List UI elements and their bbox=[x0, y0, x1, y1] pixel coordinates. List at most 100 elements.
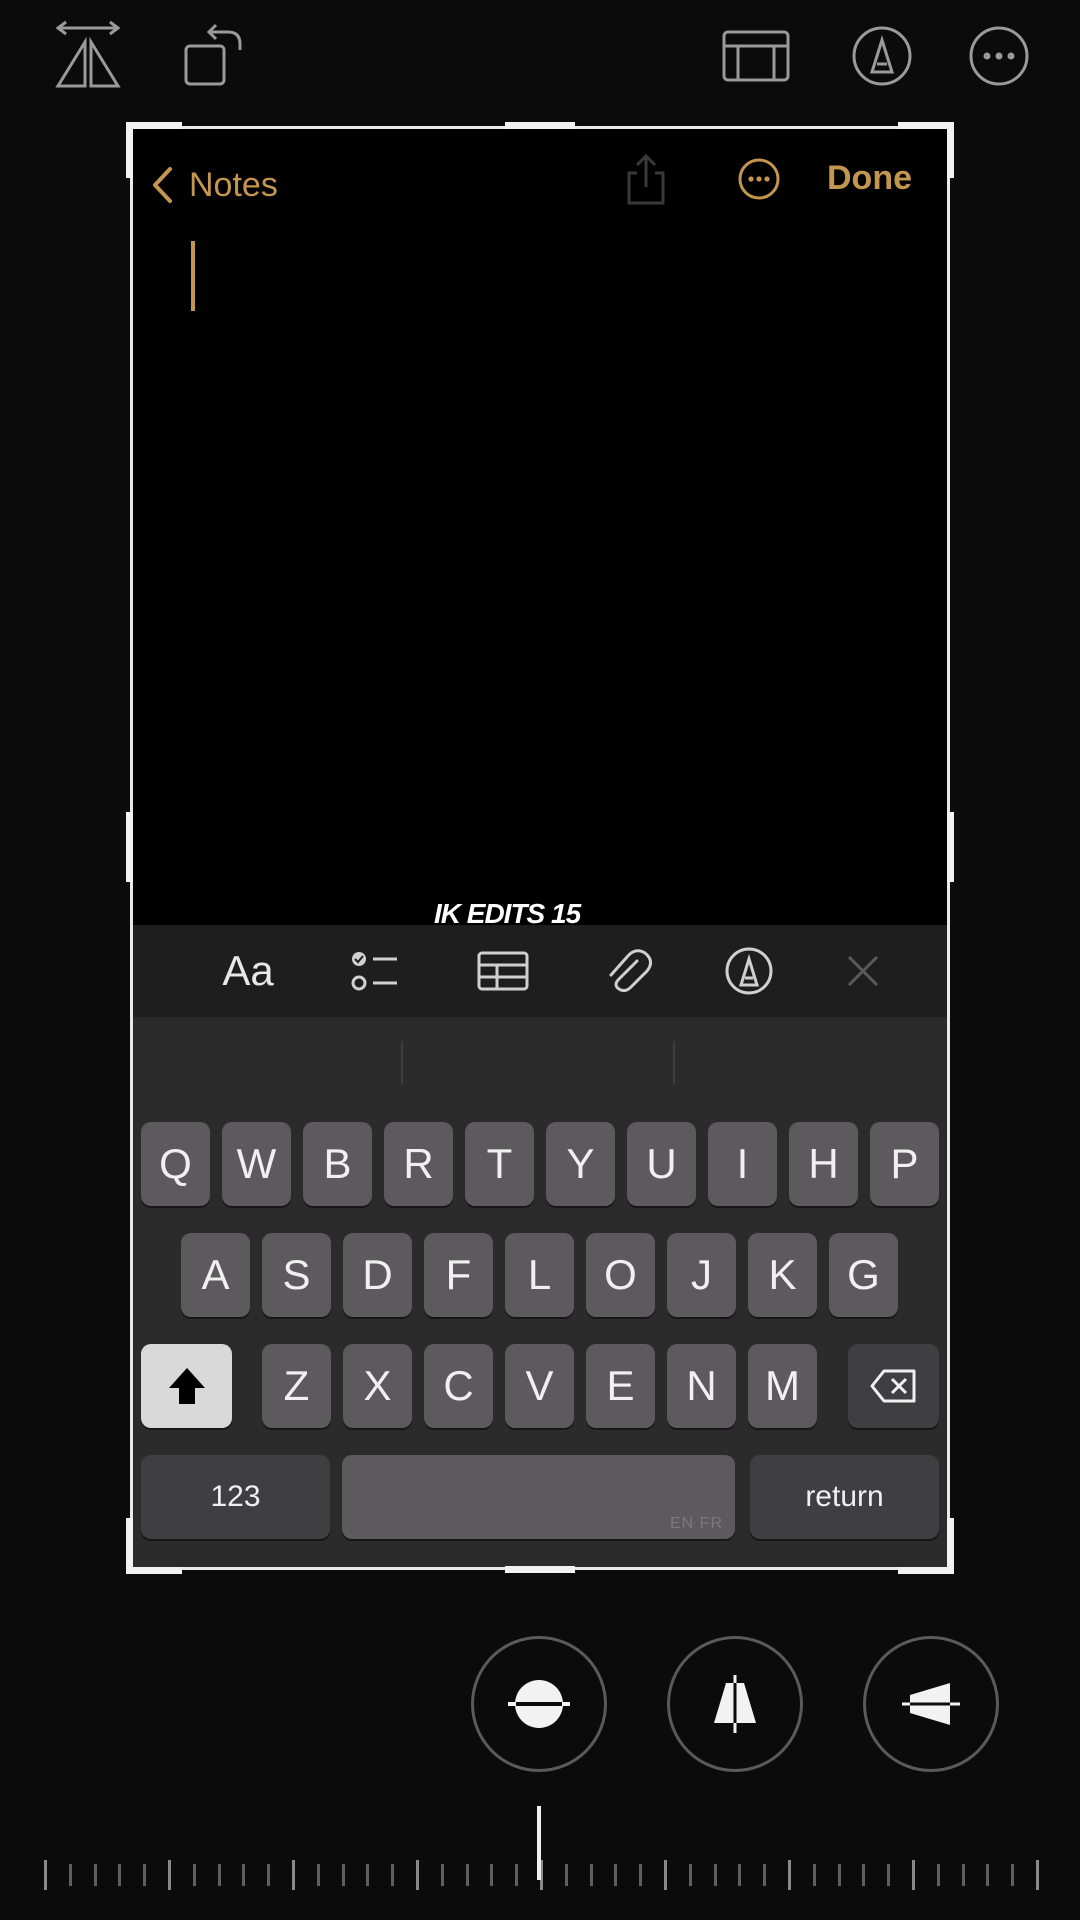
watermark: IK EDITS 15 bbox=[434, 898, 581, 929]
dial-tick bbox=[490, 1864, 494, 1886]
shift-key[interactable] bbox=[141, 1344, 232, 1428]
key-n[interactable]: N bbox=[667, 1344, 736, 1428]
dial-tick bbox=[589, 1864, 593, 1886]
key-m[interactable]: M bbox=[748, 1344, 817, 1428]
crop-handle-left[interactable] bbox=[126, 812, 133, 882]
key-o[interactable]: O bbox=[586, 1233, 655, 1317]
key-f[interactable]: F bbox=[424, 1233, 493, 1317]
dial-tick bbox=[68, 1864, 72, 1886]
space-key[interactable]: EN FR bbox=[342, 1455, 735, 1539]
text-style-button[interactable]: Aa bbox=[213, 939, 283, 1003]
key-a[interactable]: A bbox=[181, 1233, 250, 1317]
dial-tick bbox=[391, 1864, 395, 1886]
key-y[interactable]: Y bbox=[546, 1122, 615, 1206]
checklist-icon bbox=[351, 952, 397, 991]
vertical-perspective-icon bbox=[714, 1675, 756, 1733]
crop-handle-top-left[interactable] bbox=[126, 122, 182, 178]
dial-tick bbox=[366, 1864, 370, 1886]
crop-handle-top-right[interactable] bbox=[898, 122, 954, 178]
dial-tick bbox=[664, 1860, 667, 1890]
crop-handle-bottom[interactable] bbox=[505, 1566, 575, 1573]
table-icon bbox=[477, 951, 529, 991]
dial-tick bbox=[862, 1864, 866, 1886]
straighten-button[interactable] bbox=[471, 1636, 607, 1772]
key-z[interactable]: Z bbox=[262, 1344, 331, 1428]
checklist-button[interactable] bbox=[343, 939, 407, 1003]
key-s[interactable]: S bbox=[262, 1233, 331, 1317]
dial-tick bbox=[812, 1864, 816, 1886]
straighten-icon bbox=[508, 1680, 570, 1728]
share-icon[interactable] bbox=[623, 153, 669, 207]
dial-tick bbox=[713, 1864, 717, 1886]
crop-handle-bottom-left[interactable] bbox=[126, 1518, 182, 1574]
dial-tick bbox=[316, 1864, 320, 1886]
dial-tick bbox=[217, 1864, 221, 1886]
key-e[interactable]: E bbox=[586, 1344, 655, 1428]
dial-tick bbox=[242, 1864, 246, 1886]
markup-pen-icon bbox=[852, 26, 912, 86]
key-h[interactable]: H bbox=[789, 1122, 858, 1206]
key-r[interactable]: R bbox=[384, 1122, 453, 1206]
crop-handle-top[interactable] bbox=[505, 122, 575, 129]
pen-circle-icon bbox=[725, 947, 773, 995]
markup-button[interactable] bbox=[846, 20, 918, 92]
more-options-button[interactable] bbox=[963, 20, 1035, 92]
key-l[interactable]: L bbox=[505, 1233, 574, 1317]
dial-tick bbox=[465, 1864, 469, 1886]
backspace-icon bbox=[870, 1369, 915, 1403]
key-q[interactable]: Q bbox=[141, 1122, 210, 1206]
key-k[interactable]: K bbox=[748, 1233, 817, 1317]
dial-tick bbox=[912, 1860, 915, 1890]
dial-tick bbox=[118, 1864, 122, 1886]
crop-handle-bottom-right[interactable] bbox=[898, 1518, 954, 1574]
key-t[interactable]: T bbox=[465, 1122, 534, 1206]
dial-tick bbox=[192, 1864, 196, 1886]
vertical-perspective-button[interactable] bbox=[667, 1636, 803, 1772]
dial-tick bbox=[93, 1864, 97, 1886]
key-b[interactable]: B bbox=[303, 1122, 372, 1206]
language-indicator: EN FR bbox=[670, 1515, 723, 1532]
flip-horizontal-icon bbox=[55, 20, 121, 88]
dial-tick bbox=[887, 1864, 891, 1886]
key-p[interactable]: P bbox=[870, 1122, 939, 1206]
crop-handle-right[interactable] bbox=[947, 812, 954, 882]
dial-tick bbox=[1036, 1860, 1039, 1890]
dial-tick bbox=[341, 1864, 345, 1886]
notes-back-label: Notes bbox=[189, 165, 278, 204]
key-j[interactable]: J bbox=[667, 1233, 736, 1317]
horizontal-perspective-button[interactable] bbox=[863, 1636, 999, 1772]
horizontal-perspective-icon bbox=[902, 1683, 960, 1725]
dial-tick bbox=[564, 1864, 568, 1886]
key-u[interactable]: U bbox=[627, 1122, 696, 1206]
keyboard-keys: Q W B R T Y U I H P A S D F L O J K G Z … bbox=[133, 1017, 947, 1573]
markup-tool-button[interactable] bbox=[717, 939, 781, 1003]
flip-horizontal-button[interactable] bbox=[52, 20, 124, 92]
dial-tick bbox=[986, 1864, 990, 1886]
dial-tick bbox=[44, 1860, 47, 1890]
dial-tick bbox=[961, 1864, 965, 1886]
key-g[interactable]: G bbox=[829, 1233, 898, 1317]
rotate-button[interactable] bbox=[176, 20, 248, 92]
attachment-button[interactable] bbox=[595, 939, 659, 1003]
close-icon bbox=[847, 955, 879, 987]
dial-tick bbox=[292, 1860, 295, 1890]
key-x[interactable]: X bbox=[343, 1344, 412, 1428]
dial-tick bbox=[143, 1864, 147, 1886]
aspect-ratio-button[interactable] bbox=[720, 20, 792, 92]
dial-tick bbox=[614, 1864, 618, 1886]
dial-tick bbox=[936, 1864, 940, 1886]
dial-indicator bbox=[537, 1806, 541, 1880]
dial-tick bbox=[688, 1864, 692, 1886]
delete-key[interactable] bbox=[848, 1344, 939, 1428]
close-toolbar-button[interactable] bbox=[831, 939, 895, 1003]
note-more-icon[interactable] bbox=[737, 157, 781, 201]
key-i[interactable]: I bbox=[708, 1122, 777, 1206]
aspect-ratio-icon bbox=[722, 30, 790, 82]
key-w[interactable]: W bbox=[222, 1122, 291, 1206]
dial-tick bbox=[1011, 1864, 1015, 1886]
key-c[interactable]: C bbox=[424, 1344, 493, 1428]
key-v[interactable]: V bbox=[505, 1344, 574, 1428]
table-button[interactable] bbox=[471, 939, 535, 1003]
key-d[interactable]: D bbox=[343, 1233, 412, 1317]
dial-tick bbox=[738, 1864, 742, 1886]
